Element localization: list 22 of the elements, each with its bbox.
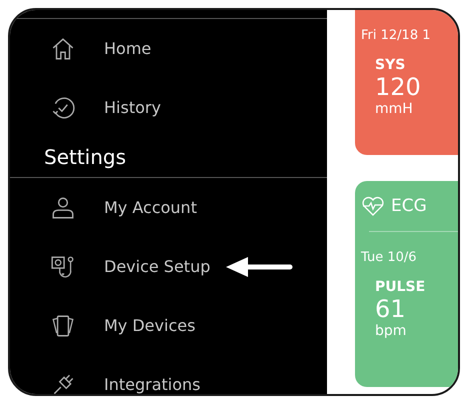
- reading-date: Tue 10/6: [361, 250, 418, 265]
- reading-date: Fri 12/18 1: [361, 28, 432, 43]
- metric-label: PULSE: [375, 279, 426, 295]
- menu-item[interactable]: My Account: [10, 178, 327, 237]
- section-heading: Settings: [43, 144, 128, 171]
- person-icon: [50, 194, 76, 220]
- metric-value: 61: [375, 295, 407, 323]
- menu-item[interactable]: Integrations: [10, 355, 327, 394]
- history-icon: [50, 94, 76, 120]
- blood-pressure-monitor-icon: [50, 254, 76, 280]
- house-icon: [50, 36, 76, 62]
- card-title: ECG: [391, 196, 427, 216]
- metric-unit: mmH: [375, 101, 414, 117]
- metric-unit: bpm: [375, 323, 408, 339]
- menu-item[interactable]: My Devices: [10, 296, 327, 355]
- metric-label: SYS: [375, 57, 406, 73]
- phone-icon: [50, 312, 76, 338]
- menu-item[interactable]: History: [10, 78, 327, 137]
- heart-pulse-icon: [361, 195, 385, 217]
- menu-item[interactable]: Device Setup: [10, 237, 327, 296]
- metric-value: 120: [375, 73, 422, 101]
- menu-item[interactable]: Home: [10, 19, 327, 78]
